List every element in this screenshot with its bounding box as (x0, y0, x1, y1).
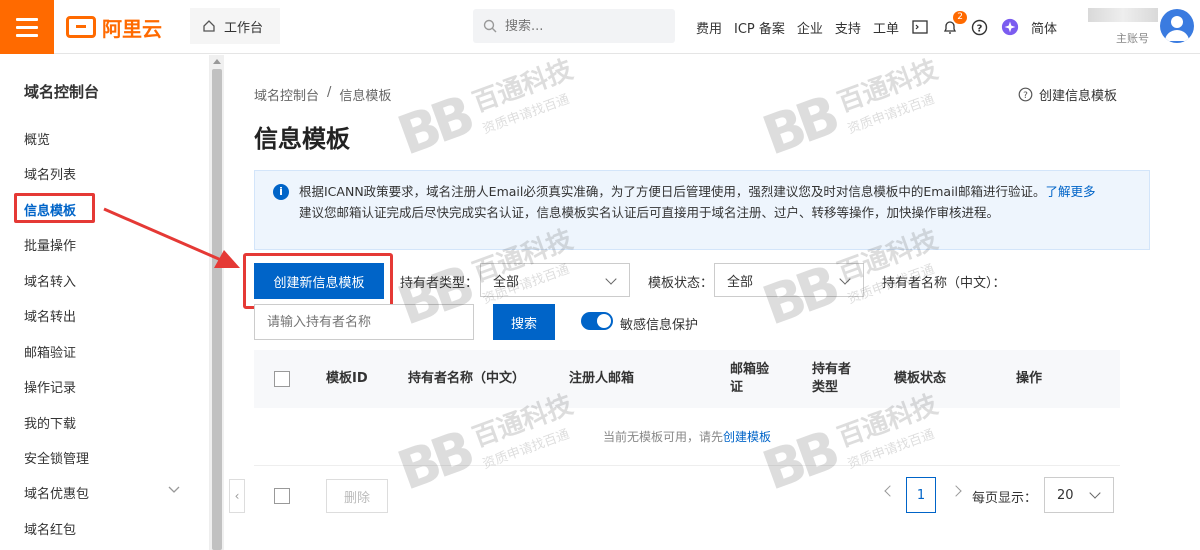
page-title: 信息模板 (254, 125, 350, 153)
svg-text:?: ? (1023, 91, 1028, 101)
workbench-label: 工作台 (224, 20, 264, 36)
breadcrumb-current: 信息模板 (339, 89, 392, 104)
search-button[interactable]: 搜索 (493, 304, 555, 340)
top-link-icp[interactable]: ICP 备案 (734, 18, 785, 37)
sidebar-item-email-verify[interactable]: 邮箱验证 (24, 342, 76, 361)
avatar[interactable] (1160, 9, 1194, 43)
sidebar-item-downloads[interactable]: 我的下载 (24, 413, 76, 432)
next-page-icon[interactable] (950, 485, 962, 497)
notice-line-1: 根据ICANN政策要求，域名注册人Email必须真实准确，为了方便日后管理使用，… (299, 184, 1046, 199)
bell-icon[interactable]: 2 (941, 11, 967, 36)
holder-type-label: 持有者类型： (400, 276, 479, 291)
per-page-label: 每页显示： (972, 491, 1038, 506)
create-template-empty-link[interactable]: 创建模板 (723, 428, 771, 445)
sidebar-item-overview[interactable]: 概览 (24, 129, 50, 148)
svg-text:?: ? (977, 23, 983, 34)
empty-state: 当前无模板可用，请先 创建模板 (254, 408, 1120, 466)
create-template-link-label: 创建信息模板 (1039, 89, 1118, 104)
column-template-id: 模板ID (326, 371, 368, 386)
aliyun-logo-icon (66, 16, 96, 38)
sensitive-info-label: 敏感信息保护 (620, 318, 699, 333)
top-link-support[interactable]: 支持 (835, 18, 861, 37)
notice-line-2: 建议您邮箱认证完成后尽快完成实名认证，信息模板实名认证后可直接用于域名注册、过户… (299, 205, 1000, 220)
top-link-billing[interactable]: 费用 (696, 18, 722, 37)
column-actions: 操作 (1016, 371, 1043, 386)
create-template-button[interactable]: 创建新信息模板 (254, 263, 384, 299)
top-links: 费用 ICP 备案 企业 支持 工单 2 ? 简体 (690, 0, 1063, 54)
empty-state-text: 当前无模板可用，请先 (602, 430, 723, 444)
sidebar-item-transfer-in[interactable]: 域名转入 (24, 271, 76, 290)
column-email-verify: 邮箱验证 (730, 362, 770, 395)
scroll-up-icon[interactable] (213, 59, 221, 64)
global-search[interactable] (473, 9, 675, 43)
sidebar: 域名控制台 概览 域名列表 信息模板 批量操作 域名转入 域名转出 邮箱验证 操… (0, 55, 210, 550)
sidebar-scrollbar[interactable] (210, 55, 224, 550)
notification-badge: 2 (953, 11, 967, 24)
breadcrumb-separator: / (327, 85, 332, 100)
select-all-checkbox[interactable] (274, 371, 290, 387)
account-name-redacted (1088, 8, 1158, 22)
chevron-down-icon (605, 273, 617, 285)
home-icon (203, 20, 215, 32)
column-holder-name: 持有者名称（中文） (408, 371, 526, 386)
holder-name-label: 持有者名称（中文）： (882, 276, 1006, 291)
menu-icon[interactable] (0, 0, 54, 54)
workbench-button[interactable]: 工作台 (190, 8, 280, 44)
search-icon (483, 19, 497, 33)
sensitive-info-toggle[interactable] (581, 312, 613, 330)
column-registrant-email: 注册人邮箱 (569, 371, 635, 386)
main-content: 域名控制台 / 信息模板 ? 创建信息模板 信息模板 i 根据ICANN政策要求… (230, 55, 1200, 550)
top-link-enterprise[interactable]: 企业 (797, 18, 823, 37)
notice-banner: i 根据ICANN政策要求，域名注册人Email必须真实准确，为了方便日后管理使… (254, 170, 1150, 250)
table-header: 模板ID 持有者名称（中文） 注册人邮箱 邮箱验证 持有者类型 模板状态 操作 (254, 350, 1120, 408)
create-template-help-link[interactable]: ? 创建信息模板 (1018, 85, 1117, 104)
sidebar-item-transfer-out[interactable]: 域名转出 (24, 306, 76, 325)
status-value: 全部 (727, 274, 754, 290)
brand-name: 阿里云 (102, 16, 162, 41)
scroll-thumb[interactable] (212, 69, 222, 550)
per-page-select[interactable]: 20 (1044, 477, 1114, 513)
sidebar-item-security-lock[interactable]: 安全锁管理 (24, 448, 89, 467)
page-number-current[interactable]: 1 (906, 477, 936, 513)
status-label: 模板状态： (648, 276, 714, 291)
status-select[interactable]: 全部 (714, 263, 864, 297)
holder-type-select[interactable]: 全部 (480, 263, 630, 297)
chevron-down-icon[interactable] (168, 483, 180, 495)
help-icon: ? (1018, 87, 1033, 102)
help-icon[interactable]: ? (971, 18, 989, 36)
account-info[interactable]: 主账号 (1088, 6, 1158, 48)
delete-button[interactable]: 删除 (326, 479, 388, 513)
sidebar-item-batch[interactable]: 批量操作 (24, 235, 76, 254)
sidebar-title: 域名控制台 (24, 83, 100, 101)
ai-assistant-icon[interactable] (1001, 18, 1019, 36)
sidebar-item-operation-log[interactable]: 操作记录 (24, 377, 76, 396)
sidebar-item-domain-list[interactable]: 域名列表 (24, 164, 76, 183)
annotation-box-sidebar (14, 193, 95, 223)
breadcrumb: 域名控制台 / 信息模板 (254, 85, 391, 104)
footer-select-checkbox[interactable] (274, 488, 290, 504)
table-footer: 删除 1 每页显示： 20 (254, 467, 1120, 527)
sidebar-item-discount-pack[interactable]: 域名优惠包 (24, 483, 89, 502)
notice-text: 根据ICANN政策要求，域名注册人Email必须真实准确，为了方便日后管理使用，… (299, 181, 1135, 202)
search-input[interactable] (505, 18, 655, 34)
top-link-ticket[interactable]: 工单 (873, 18, 899, 37)
top-bar: 阿里云 工作台 费用 ICP 备案 企业 支持 工单 2 ? 简体 主账号 (0, 0, 1200, 54)
column-template-status: 模板状态 (894, 371, 947, 386)
per-page-value: 20 (1057, 487, 1074, 503)
holder-name-input[interactable] (254, 304, 474, 340)
breadcrumb-root[interactable]: 域名控制台 (254, 85, 319, 104)
prev-page-icon[interactable] (884, 485, 896, 497)
holder-type-value: 全部 (493, 274, 520, 290)
account-role: 主账号 (1116, 32, 1149, 45)
language-switch[interactable]: 简体 (1031, 18, 1057, 37)
chevron-down-icon (1089, 487, 1101, 499)
sidebar-item-red-packet[interactable]: 域名红包 (24, 519, 76, 538)
learn-more-link[interactable]: 了解更多 (1046, 184, 1096, 199)
info-icon: i (273, 184, 289, 200)
chevron-down-icon (839, 273, 851, 285)
column-holder-type: 持有者类型 (812, 362, 852, 395)
terminal-icon[interactable] (911, 18, 929, 36)
aliyun-logo[interactable]: 阿里云 (66, 14, 162, 41)
